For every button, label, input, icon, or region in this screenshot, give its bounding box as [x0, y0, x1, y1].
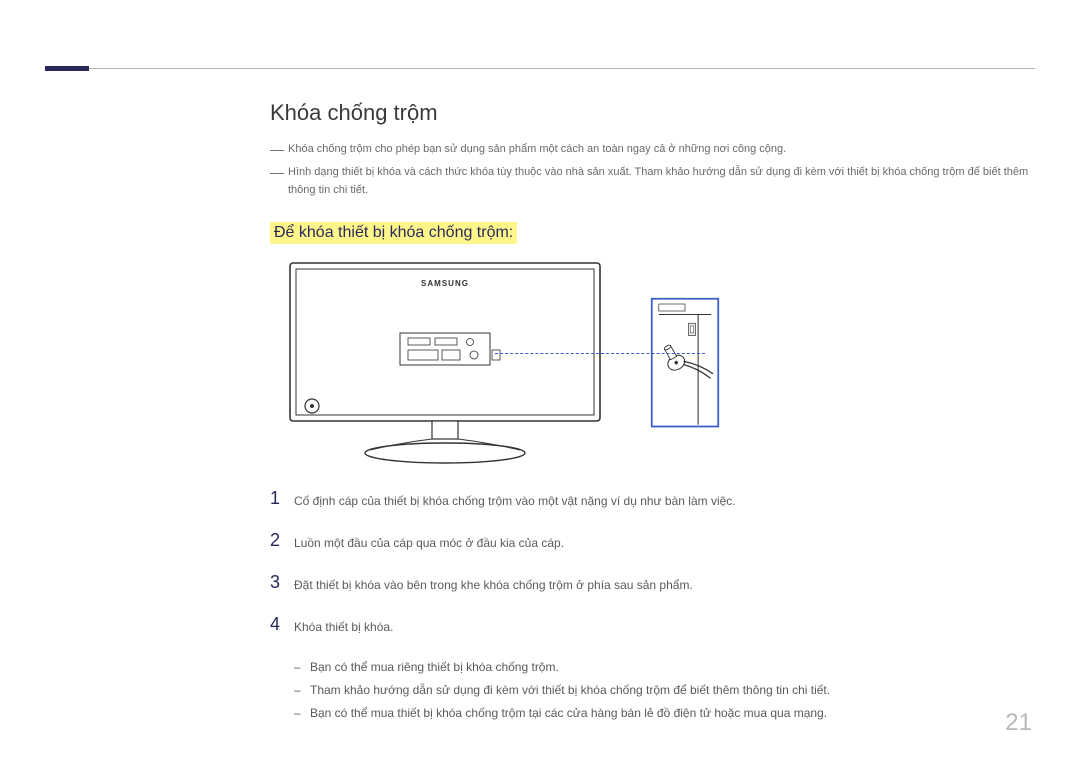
note-line: ― Khóa chống trộm cho phép bạn sử dụng s… [270, 140, 1030, 159]
page-content: Khóa chống trộm ― Khóa chống trộm cho ph… [270, 100, 1030, 724]
note-text: Khóa chống trộm cho phép bạn sử dụng sản… [288, 140, 786, 159]
step-text: Khóa thiết bị khóa. [294, 614, 393, 636]
connector-line [495, 353, 705, 354]
bullet-item: ‒ Tham khảo hướng dẫn sử dụng đi kèm với… [294, 679, 1030, 702]
bullet-item: ‒ Bạn có thể mua riêng thiết bị khóa chố… [294, 656, 1030, 679]
step-item: 3 Đặt thiết bị khóa vào bên trong khe kh… [270, 572, 1030, 594]
sub-bullets: ‒ Bạn có thể mua riêng thiết bị khóa chố… [294, 656, 1030, 724]
step-number: 2 [270, 530, 294, 551]
step-text: Đặt thiết bị khóa vào bên trong khe khóa… [294, 572, 693, 594]
diagram-row: SAMSUNG [270, 258, 1030, 468]
lock-detail-diagram [650, 297, 720, 428]
dash-icon: ― [270, 140, 284, 158]
section-title: Khóa chống trộm [270, 100, 1030, 126]
bullet-text: Bạn có thể mua riêng thiết bị khóa chống… [310, 656, 559, 679]
monitor-diagram: SAMSUNG [270, 258, 620, 468]
step-item: 1 Cố định cáp của thiết bị khóa chống tr… [270, 488, 1030, 510]
bullet-text: Bạn có thể mua thiết bị khóa chống trộm … [310, 702, 827, 725]
step-item: 2 Luồn một đầu của cáp qua móc ở đầu kia… [270, 530, 1030, 552]
step-number: 3 [270, 572, 294, 593]
step-number: 1 [270, 488, 294, 509]
step-text: Luồn một đầu của cáp qua móc ở đầu kia c… [294, 530, 564, 552]
dash-icon: ― [270, 163, 284, 181]
subsection-title: Để khóa thiết bị khóa chống trộm: [270, 222, 517, 244]
header-accent [45, 66, 89, 71]
header-divider [45, 68, 1035, 69]
bullet-item: ‒ Bạn có thể mua thiết bị khóa chống trộ… [294, 702, 1030, 725]
note-line: ― Hình dạng thiết bị khóa và cách thức k… [270, 163, 1030, 200]
step-text: Cố định cáp của thiết bị khóa chống trộm… [294, 488, 736, 510]
bullet-dash-icon: ‒ [294, 702, 310, 725]
svg-text:SAMSUNG: SAMSUNG [421, 279, 469, 288]
note-text: Hình dạng thiết bị khóa và cách thức khó… [288, 163, 1030, 200]
bullet-dash-icon: ‒ [294, 656, 310, 679]
bullet-text: Tham khảo hướng dẫn sử dụng đi kèm với t… [310, 679, 830, 702]
step-number: 4 [270, 614, 294, 635]
page-number: 21 [1005, 709, 1032, 737]
bullet-dash-icon: ‒ [294, 679, 310, 702]
step-item: 4 Khóa thiết bị khóa. [270, 614, 1030, 636]
steps-list: 1 Cố định cáp của thiết bị khóa chống tr… [270, 488, 1030, 724]
